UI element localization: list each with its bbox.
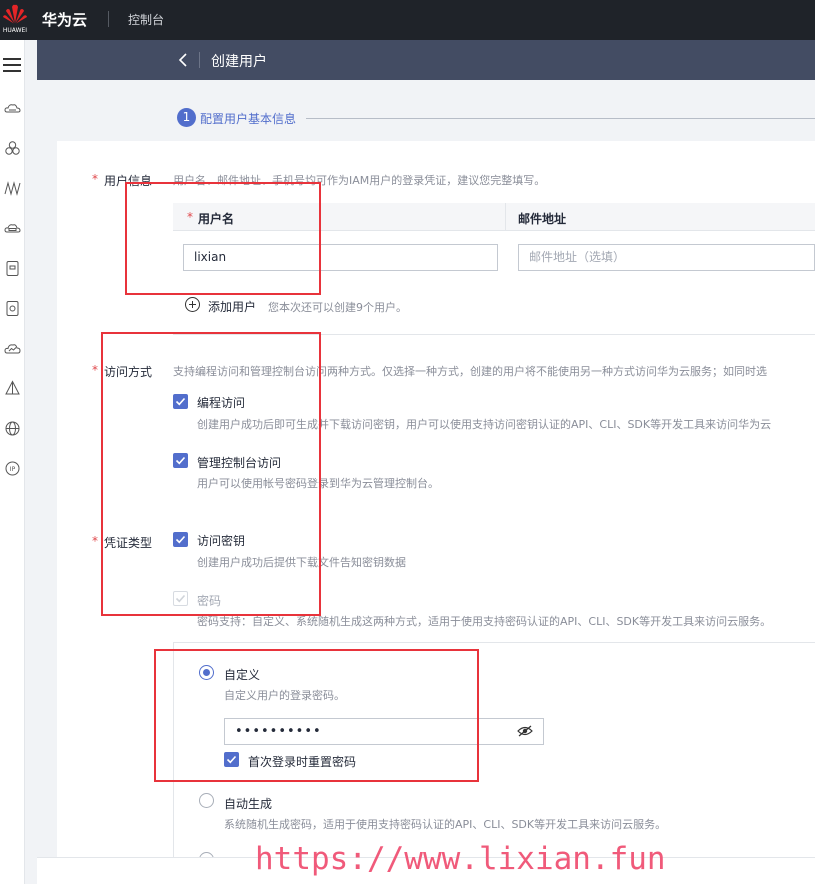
required-mark: * xyxy=(92,363,98,377)
database-icon[interactable] xyxy=(4,260,21,277)
service-sidebar: IP xyxy=(0,40,25,884)
network-wave-icon[interactable] xyxy=(4,180,21,197)
cluster-icon[interactable] xyxy=(4,140,21,157)
annotation-box-password xyxy=(154,649,479,782)
ip-icon[interactable]: IP xyxy=(4,460,21,477)
add-user-hint: 您本次还可以创建9个用户。 xyxy=(268,301,407,314)
storage-icon[interactable] xyxy=(4,220,21,237)
required-mark: * xyxy=(92,172,98,186)
column-divider xyxy=(505,203,506,231)
logo-wordmark: HUAWEI xyxy=(2,27,28,34)
svg-text:IP: IP xyxy=(10,466,16,473)
hide-password-eye-icon[interactable] xyxy=(517,725,533,737)
watermark-text: https://www.lixian.fun xyxy=(255,841,666,877)
auto-generate-radio[interactable] xyxy=(199,793,214,808)
step-progress-line xyxy=(306,118,815,119)
add-circle-icon[interactable] xyxy=(185,297,200,312)
email-column-header: 邮件地址 xyxy=(518,212,567,226)
required-mark: * xyxy=(92,534,98,548)
header-divider xyxy=(199,52,200,68)
huawei-logo[interactable]: HUAWEI xyxy=(0,0,30,40)
page-title: 创建用户 xyxy=(211,54,267,70)
security-icon[interactable] xyxy=(4,300,21,317)
huawei-flower-icon xyxy=(3,4,27,24)
step-number-badge: 1 xyxy=(177,108,196,127)
hamburger-menu-icon[interactable] xyxy=(3,56,22,72)
deploy-icon[interactable] xyxy=(4,380,21,397)
monitor-cloud-icon[interactable] xyxy=(4,340,21,357)
step-label: 配置用户基本信息 xyxy=(200,112,297,126)
add-user-button[interactable]: 添加用户 xyxy=(208,298,256,315)
brand-name[interactable]: 华为云 xyxy=(42,9,87,30)
back-arrow-icon[interactable] xyxy=(177,52,189,68)
page-header: 创建用户 xyxy=(37,40,815,80)
email-input[interactable]: 邮件地址（选填） xyxy=(518,244,815,271)
annotation-box-username xyxy=(125,182,321,295)
console-link[interactable]: 控制台 xyxy=(128,11,164,28)
auto-generate-desc: 系统随机生成密码，适用于使用支持密码认证的API、CLI、SDK等开发工具来访问… xyxy=(224,818,667,831)
auto-generate-label[interactable]: 自动生成 xyxy=(224,795,272,812)
cloud-server-icon[interactable] xyxy=(4,100,21,117)
topbar-divider xyxy=(108,11,109,27)
top-navigation-bar: HUAWEI 华为云 控制台 xyxy=(0,0,815,40)
annotation-box-access xyxy=(101,332,321,616)
global-network-icon[interactable] xyxy=(4,420,21,437)
